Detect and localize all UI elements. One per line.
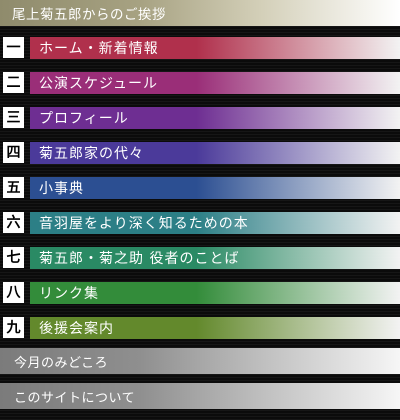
nav-number: 五 xyxy=(3,177,24,198)
nav-item-lineage[interactable]: 四 菊五郎家の代々 xyxy=(0,137,400,165)
nav-label: ホーム・新着情報 xyxy=(39,41,159,57)
nav-number: 四 xyxy=(3,142,24,163)
nav-item-books[interactable]: 六 音羽屋をより深く知るための本 xyxy=(0,207,400,235)
nav-item-glossary[interactable]: 五 小事典 xyxy=(0,172,400,200)
nav-item-actor-words[interactable]: 七 菊五郎・菊之助 役者のことば xyxy=(0,242,400,270)
nav-bar: ホーム・新着情報 xyxy=(30,37,400,59)
nav-number: 九 xyxy=(3,317,24,338)
nav-bar: 菊五郎家の代々 xyxy=(30,142,400,164)
nav-bar: 菊五郎・菊之助 役者のことば xyxy=(30,247,400,269)
nav-bar: 後援会案内 xyxy=(30,317,400,339)
nav-item-home[interactable]: 一 ホーム・新着情報 xyxy=(0,32,400,60)
nav-item-profile[interactable]: 三 プロフィール xyxy=(0,102,400,130)
nav-bar: 公演スケジュール xyxy=(30,72,400,94)
greeting-label: 尾上菊五郎からのご挨拶 xyxy=(12,7,166,23)
nav-label: 公演スケジュール xyxy=(39,76,159,92)
nav-number: 二 xyxy=(3,72,24,93)
nav-label: 小事典 xyxy=(39,181,84,197)
nav-number: 一 xyxy=(3,37,24,58)
nav-number: 三 xyxy=(3,107,24,128)
nav-label: 音羽屋をより深く知るための本 xyxy=(39,216,249,232)
nav-label: 後援会案内 xyxy=(39,321,114,337)
sub-label: このサイトについて xyxy=(14,390,136,406)
nav-label: プロフィール xyxy=(39,111,129,127)
nav-bar: リンク集 xyxy=(30,282,400,304)
nav-bar: 小事典 xyxy=(30,177,400,199)
nav-number: 八 xyxy=(3,282,24,303)
nav-item-schedule[interactable]: 二 公演スケジュール xyxy=(0,67,400,95)
sub-item-about-site[interactable]: このサイトについて xyxy=(0,383,400,409)
greeting-link[interactable]: 尾上菊五郎からのご挨拶 xyxy=(0,0,400,26)
nav-bar: 音羽屋をより深く知るための本 xyxy=(30,212,400,234)
nav-number: 六 xyxy=(3,212,24,233)
sub-label: 今月のみどころ xyxy=(14,355,109,371)
nav-label: 菊五郎家の代々 xyxy=(39,146,144,162)
site-menu: 尾上菊五郎からのご挨拶 一 ホーム・新着情報 二 公演スケジュール 三 プロフィ… xyxy=(0,0,400,420)
nav-item-supporters[interactable]: 九 後援会案内 xyxy=(0,312,400,340)
nav-label: 菊五郎・菊之助 役者のことば xyxy=(39,251,240,267)
nav-bar: プロフィール xyxy=(30,107,400,129)
sub-item-monthly-highlights[interactable]: 今月のみどころ xyxy=(0,348,400,374)
nav-item-links[interactable]: 八 リンク集 xyxy=(0,277,400,305)
nav-label: リンク集 xyxy=(39,286,99,302)
nav-number: 七 xyxy=(3,247,24,268)
